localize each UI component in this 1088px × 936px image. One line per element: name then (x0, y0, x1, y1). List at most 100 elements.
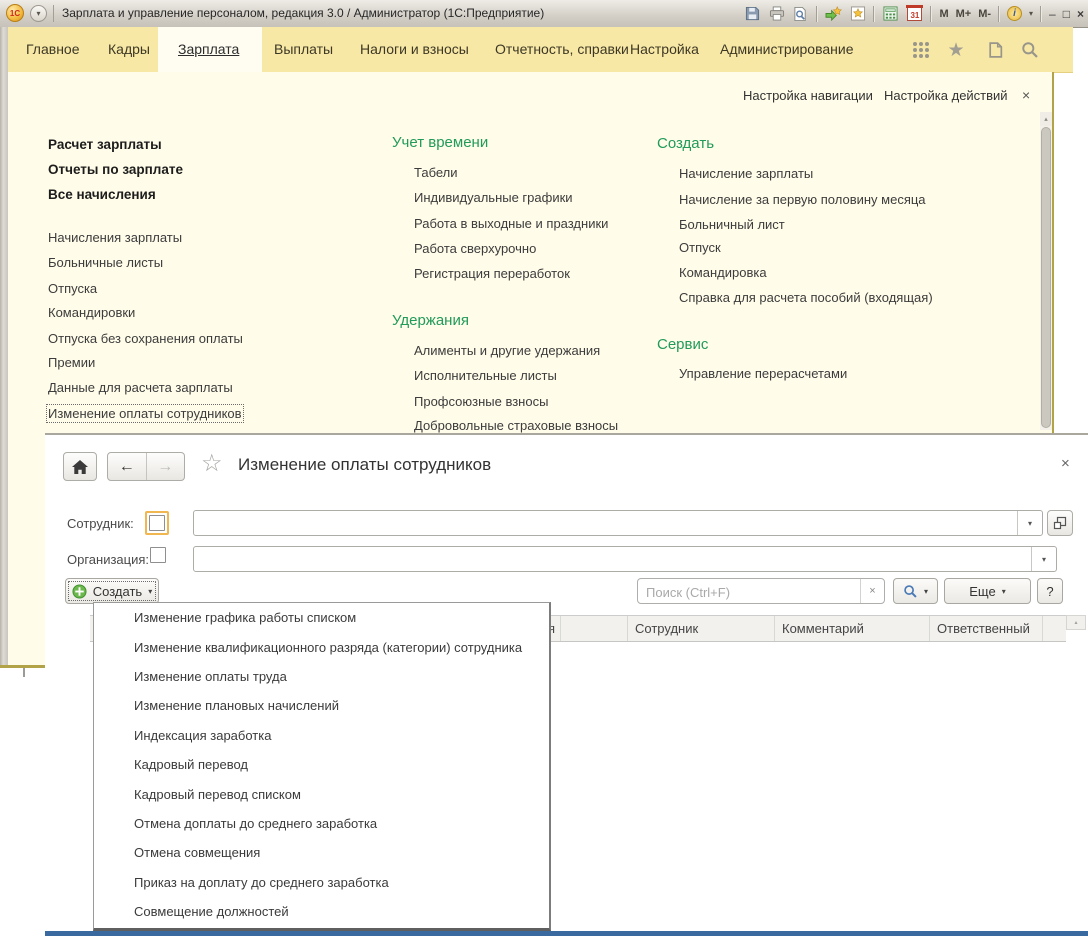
search-icon[interactable] (1020, 40, 1040, 60)
link-tabeli[interactable]: Табели (414, 165, 458, 180)
add-to-favorites-icon[interactable] (825, 5, 842, 22)
link-nachislenie-zarplaty[interactable]: Начисление зарплаты (679, 166, 813, 181)
print-icon[interactable] (768, 5, 785, 22)
employee-checkbox-focus-ring (145, 511, 169, 535)
link-dannye-dlya-rascheta[interactable]: Данные для расчета зарплаты (48, 380, 233, 395)
menu-item-izmenenie-grafika-spiskom[interactable]: Изменение графика работы списком (94, 603, 549, 632)
organization-dropdown-icon[interactable]: ▾ (1031, 547, 1056, 571)
menu-item-kadrovyj-perevod-spiskom[interactable]: Кадровый перевод списком (94, 779, 549, 808)
link-otpusk[interactable]: Отпуск (679, 240, 721, 255)
tab-zarplata[interactable]: Зарплата (178, 27, 239, 72)
main-menu-button[interactable]: ▾ (30, 5, 47, 22)
favorites-icon[interactable] (849, 5, 866, 22)
menu-item-izmenenie-oplaty-truda[interactable]: Изменение оплаты труда (94, 662, 549, 691)
link-upravlenie-pereraschetami[interactable]: Управление перерасчетами (679, 366, 847, 381)
search-clear-icon[interactable]: × (860, 579, 884, 603)
employee-dropdown-icon[interactable]: ▾ (1017, 511, 1042, 535)
employee-input[interactable] (198, 512, 1018, 534)
form-close-icon[interactable]: × (1061, 455, 1070, 472)
calculator-icon[interactable] (882, 5, 899, 22)
link-nachisleniya-zarplaty[interactable]: Начисления зарплаты (48, 230, 182, 245)
favorite-star-icon[interactable]: ☆ (201, 449, 223, 478)
column-unnamed[interactable] (561, 616, 628, 641)
link-rabota-v-vyhodnye[interactable]: Работа в выходные и праздники (414, 216, 608, 231)
more-button[interactable]: Еще ▾ (944, 578, 1031, 604)
tab-glavnoe[interactable]: Главное (26, 27, 80, 72)
link-otchety-po-zarplate[interactable]: Отчеты по зарплате (48, 162, 183, 177)
section-uderzhaniya[interactable]: Удержания (392, 312, 469, 329)
history-icon[interactable] (985, 40, 1005, 60)
menu-item-otmena-doplaty[interactable]: Отмена доплаты до среднего заработка (94, 809, 549, 838)
navigation-settings-link[interactable]: Настройка навигации (743, 88, 873, 103)
menu-item-otmena-sovmescheniya[interactable]: Отмена совмещения (94, 838, 549, 867)
actions-settings-link[interactable]: Настройка действий (884, 88, 1008, 103)
panel-close-icon[interactable]: × (1022, 87, 1030, 103)
tab-kadry[interactable]: Кадры (108, 27, 150, 72)
close-button[interactable]: × (1077, 7, 1084, 21)
link-bolnichnye-listy[interactable]: Больничные листы (48, 255, 163, 270)
maximize-button[interactable]: □ (1063, 7, 1070, 21)
link-registraciya-pererabotok[interactable]: Регистрация переработок (414, 266, 570, 281)
memory-plus-button[interactable]: M+ (956, 8, 972, 20)
forward-icon[interactable]: → (147, 458, 185, 476)
link-ispolnitelnye-listy[interactable]: Исполнительные листы (414, 368, 557, 383)
1c-logo-icon: 1С (6, 4, 24, 22)
all-functions-grid-icon[interactable] (911, 40, 931, 60)
print-preview-icon[interactable] (792, 5, 809, 22)
link-alimenty[interactable]: Алименты и другие удержания (414, 343, 600, 358)
menu-item-izmenenie-kvalifikacionnogo-razryada[interactable]: Изменение квалификационного разряда (кат… (94, 632, 549, 661)
tab-nastroyka[interactable]: Настройка (630, 27, 699, 72)
link-vse-nachisleniya[interactable]: Все начисления (48, 187, 156, 202)
minimize-button[interactable]: – (1049, 7, 1056, 21)
link-dobrovolnye-strahovye-vznosy[interactable]: Добровольные страховые взносы (414, 418, 618, 433)
link-spravka-dlya-rascheta-posobij[interactable]: Справка для расчета пособий (входящая) (679, 290, 933, 305)
panel-scrollbar-thumb[interactable] (1041, 127, 1051, 428)
employee-open-button[interactable] (1047, 510, 1073, 536)
link-raschet-zarplaty[interactable]: Расчет зарплаты (48, 137, 162, 152)
create-button[interactable]: Создать ▾ (65, 578, 159, 604)
tab-nalogi[interactable]: Налоги и взносы (360, 27, 469, 72)
search-options-button[interactable]: ▾ (893, 578, 938, 604)
link-individualnye-grafiki[interactable]: Индивидуальные графики (414, 190, 573, 205)
column-responsible[interactable]: Ответственный (930, 616, 1043, 641)
column-comment[interactable]: Комментарий (775, 616, 930, 641)
link-profsoyuznye-vznosy[interactable]: Профсоюзные взносы (414, 394, 548, 409)
link-nachislenie-za-pervuyu-polovinu[interactable]: Начисление за первую половину месяца (679, 192, 926, 207)
link-premii[interactable]: Премии (48, 355, 95, 370)
calendar-icon[interactable]: 31 (906, 5, 923, 22)
menu-item-indeksaciya-zarabotka[interactable]: Индексация заработка (94, 721, 549, 750)
section-sozdat[interactable]: Создать (657, 135, 714, 152)
info-caret-icon[interactable]: ▾ (1029, 9, 1033, 18)
link-otpuska-bez-sohraneniya[interactable]: Отпуска без сохранения оплаты (48, 331, 243, 346)
menu-item-izmenenie-planovyh-nachislenij[interactable]: Изменение плановых начислений (94, 691, 549, 720)
menu-item-kadrovyj-perevod[interactable]: Кадровый перевод (94, 750, 549, 779)
organization-checkbox[interactable] (150, 547, 166, 563)
home-button[interactable] (63, 452, 97, 481)
section-servis[interactable]: Сервис (657, 336, 708, 353)
link-komandirovka[interactable]: Командировка (679, 265, 767, 280)
memory-minus-button[interactable]: M- (978, 8, 991, 20)
tab-otchetnost[interactable]: Отчетность, справки (495, 27, 629, 72)
info-icon[interactable]: i (1007, 6, 1022, 21)
menu-item-sovmeschenie-dolzhnostej[interactable]: Совмещение должностей (94, 897, 549, 926)
column-employee[interactable]: Сотрудник (628, 616, 775, 641)
link-komandirovki[interactable]: Командировки (48, 305, 135, 320)
employee-checkbox[interactable] (149, 515, 165, 531)
menu-item-prikaz-na-doplatu[interactable]: Приказ на доплату до среднего заработка (94, 868, 549, 897)
search-input[interactable] (644, 580, 848, 604)
table-scroll-up-icon[interactable]: ▴ (1066, 615, 1086, 630)
help-button[interactable]: ? (1037, 578, 1063, 604)
memory-button[interactable]: M (939, 8, 948, 20)
link-bolnichnyj-list[interactable]: Больничный лист (679, 217, 785, 232)
link-izmenenie-oplaty-sotrudnikov[interactable]: Изменение оплаты сотрудников (48, 406, 242, 421)
organization-input[interactable] (198, 548, 1032, 570)
favorites-star-icon[interactable]: ★ (946, 40, 966, 60)
link-otpuska[interactable]: Отпуска (48, 281, 97, 296)
save-icon[interactable] (744, 5, 761, 22)
link-rabota-sverhurochno[interactable]: Работа сверхурочно (414, 241, 536, 256)
panel-scroll-up-icon[interactable]: ▴ (1040, 112, 1052, 126)
tab-administrirovanie[interactable]: Администрирование (720, 27, 854, 72)
section-uchet-vremeni[interactable]: Учет времени (392, 134, 488, 151)
back-icon[interactable]: ← (108, 458, 146, 476)
tab-vyplaty[interactable]: Выплаты (274, 27, 333, 72)
